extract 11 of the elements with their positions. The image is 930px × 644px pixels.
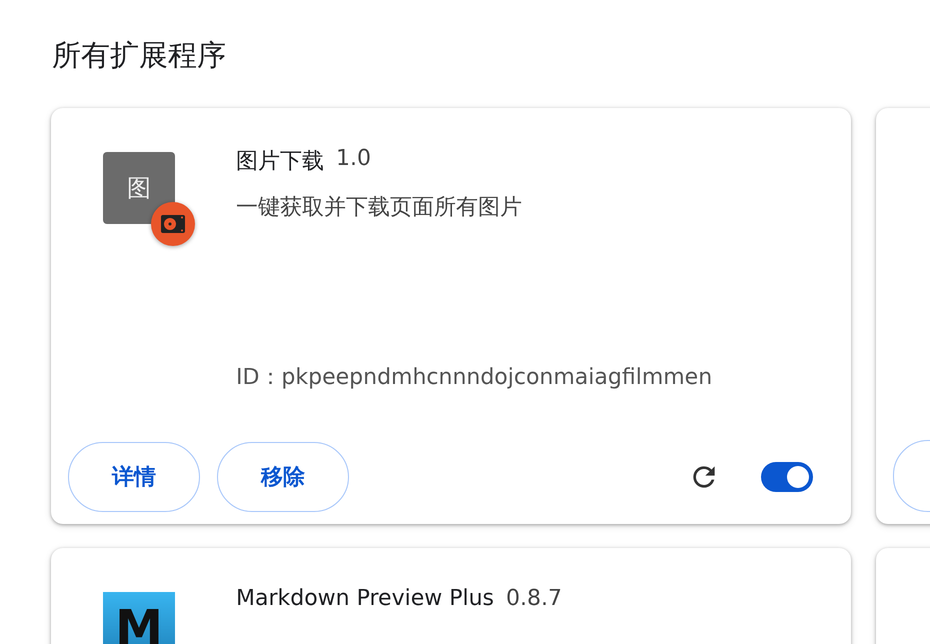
extension-version: 0.8.7 [506,586,562,611]
extension-id: ID：pkpeepndmhcnnndojconmaiagfilmmen [236,364,712,392]
extension-name: 图片下载 [236,148,324,176]
action-button[interactable]: 移除 [217,442,349,512]
action-button[interactable]: 详情 [68,442,200,512]
extension-version: 1.0 [336,146,371,173]
extension-name: Markdown Preview Plus [236,586,494,611]
extension-description: 一键获取并下载页面所有图片 [236,194,523,222]
extension-icon: M [103,592,175,644]
section-title: 所有扩展程序 [51,37,227,72]
enable-toggle[interactable] [761,462,813,492]
